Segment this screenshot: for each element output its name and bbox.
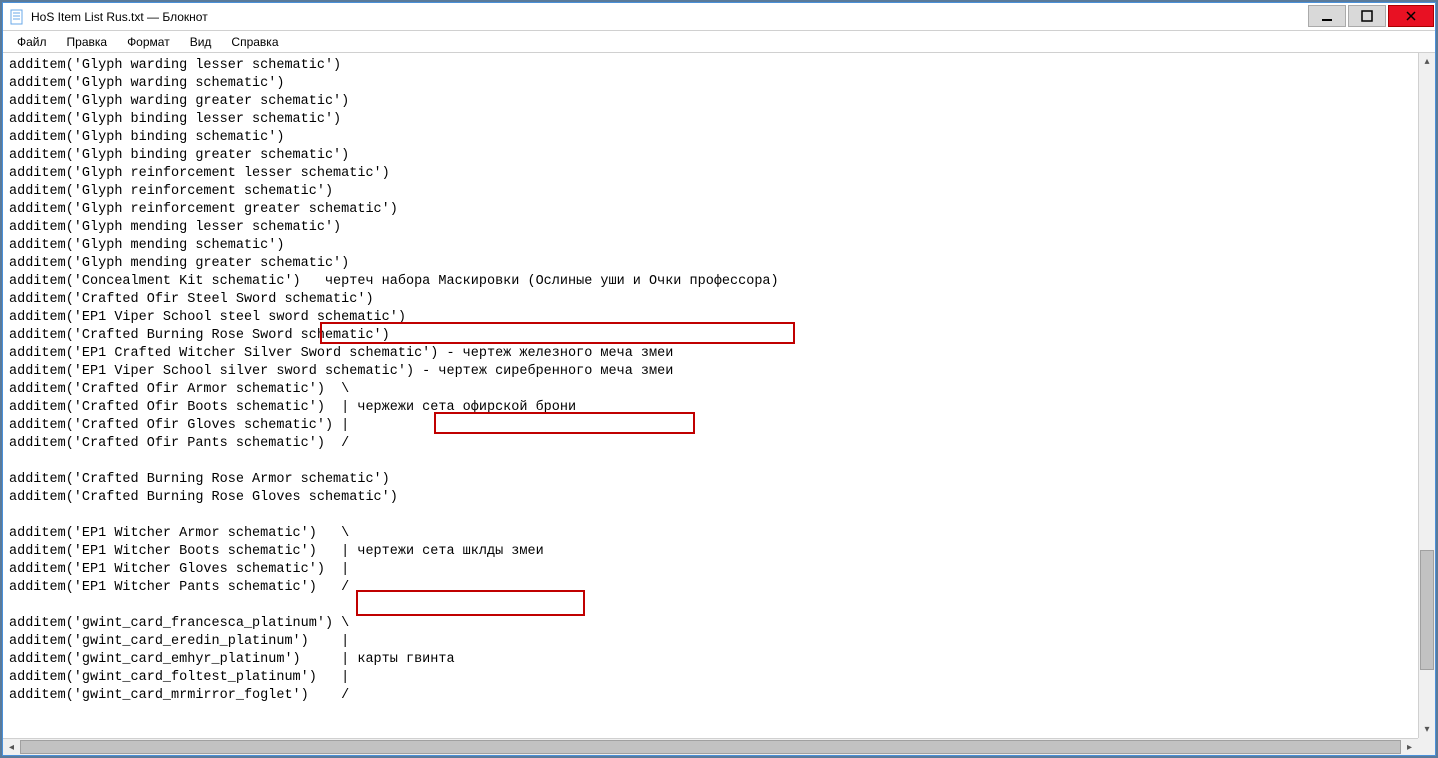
notepad-icon: [9, 9, 25, 25]
vertical-scrollbar[interactable]: ▴ ▾: [1418, 53, 1435, 738]
scroll-right-icon[interactable]: ▸: [1401, 739, 1418, 755]
horizontal-scrollbar[interactable]: ◂ ▸: [3, 738, 1418, 755]
vscroll-track[interactable]: [1419, 70, 1435, 721]
close-button[interactable]: [1388, 5, 1434, 27]
menubar: Файл Правка Формат Вид Справка: [3, 31, 1435, 53]
titlebar[interactable]: HoS Item List Rus.txt — Блокнот: [3, 3, 1435, 31]
menu-view[interactable]: Вид: [180, 33, 222, 51]
scroll-down-icon[interactable]: ▾: [1419, 721, 1435, 738]
window-title: HoS Item List Rus.txt — Блокнот: [31, 10, 1307, 24]
window-controls: [1307, 3, 1435, 30]
vscroll-thumb[interactable]: [1420, 550, 1434, 670]
menu-edit[interactable]: Правка: [57, 33, 118, 51]
menu-help[interactable]: Справка: [221, 33, 288, 51]
minimize-button[interactable]: [1308, 5, 1346, 27]
menu-format[interactable]: Формат: [117, 33, 180, 51]
hscroll-thumb[interactable]: [20, 740, 1401, 754]
text-area[interactable]: additem('Glyph warding lesser schematic'…: [3, 53, 1418, 738]
maximize-button[interactable]: [1348, 5, 1386, 27]
content-wrapper: additem('Glyph warding lesser schematic'…: [3, 53, 1435, 755]
scroll-left-icon[interactable]: ◂: [3, 739, 20, 755]
menu-file[interactable]: Файл: [7, 33, 57, 51]
scroll-up-icon[interactable]: ▴: [1419, 53, 1435, 70]
hscroll-track[interactable]: [20, 739, 1401, 755]
scroll-corner: [1418, 738, 1435, 755]
notepad-window: HoS Item List Rus.txt — Блокнот Файл Пра…: [2, 2, 1436, 756]
